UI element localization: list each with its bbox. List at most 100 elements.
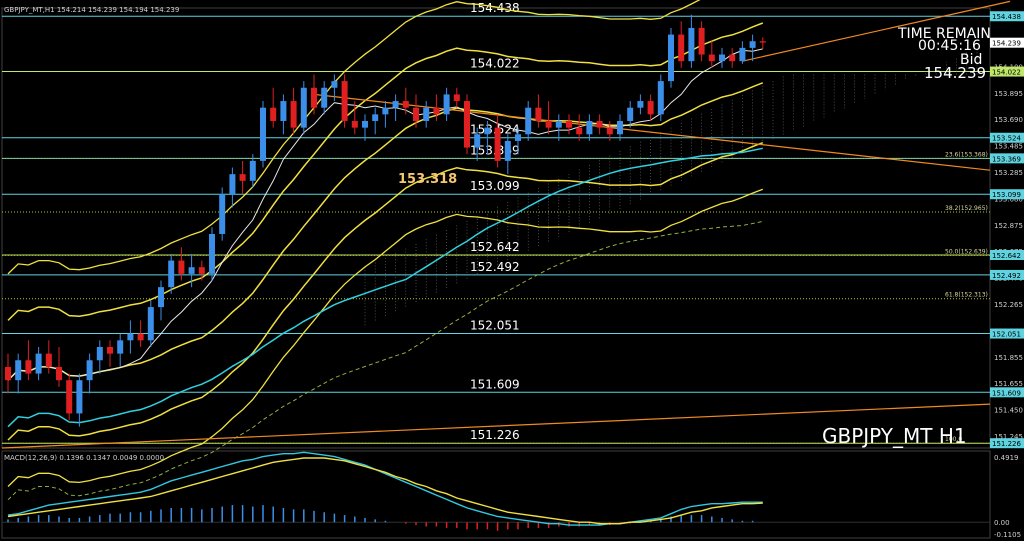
macd-axis-tick: 0.00 — [994, 519, 1010, 527]
fib-label: 61.8(152.313) — [945, 292, 988, 299]
level-label: 154.022 — [470, 57, 520, 71]
candle-body — [147, 307, 154, 341]
candle-body — [504, 140, 511, 161]
macd-label: MACD(12,26,9) 0.1396 0.1347 0.0049 0.000… — [4, 454, 164, 462]
candle-body — [178, 260, 185, 274]
candle-body — [86, 360, 93, 381]
price-badge-label: 154.022 — [992, 69, 1021, 77]
macd-axis-tick: 0.4919 — [994, 454, 1019, 462]
price-badge-label: 153.524 — [992, 135, 1021, 143]
candle-body — [260, 107, 266, 161]
candle-body — [474, 134, 481, 148]
candle-body — [555, 120, 562, 128]
highlight-price-label: 153.318 — [398, 172, 457, 187]
band-upper-2 — [7, 0, 701, 275]
candle-body — [76, 380, 83, 414]
macd-main-line — [7, 451, 763, 526]
candle-body — [168, 260, 175, 288]
candle-body — [56, 366, 62, 381]
candle-body — [668, 34, 674, 82]
level-label: 152.051 — [470, 319, 520, 333]
candle-body — [688, 27, 695, 62]
candle-body — [729, 54, 736, 62]
candle-body — [678, 34, 685, 62]
candle-body — [647, 101, 654, 115]
bid-value: 154.239 — [924, 64, 987, 82]
candle-body — [229, 174, 236, 195]
price-axis-tick: 153.690 — [994, 116, 1023, 124]
fib-label: 50.0(152.639) — [945, 248, 988, 255]
candle-body — [464, 101, 470, 148]
price-axis-tick: 151.855 — [994, 354, 1023, 362]
candle-body — [402, 101, 409, 108]
candle-body — [423, 107, 430, 121]
candle-body — [290, 101, 297, 128]
candle-body — [219, 194, 226, 234]
candle-body — [5, 366, 11, 381]
fib-label: 38.2(152.965) — [945, 205, 988, 212]
candle-body — [188, 267, 195, 274]
trading-chart[interactable]: GBPJPY_MT,H1 154.214 154.239 154.194 154… — [0, 0, 1024, 541]
symbol-watermark: GBPJPY_MT H1 — [822, 424, 967, 448]
candle-body — [484, 127, 491, 135]
price-badge-label: 154.438 — [992, 13, 1021, 21]
candle-body — [198, 267, 205, 274]
candle-body — [321, 87, 328, 108]
candle-body — [566, 120, 572, 128]
candle-body — [596, 120, 603, 128]
candle-body — [443, 94, 450, 115]
candle-body — [749, 41, 756, 48]
candle-body — [117, 340, 124, 354]
candle-body — [637, 101, 644, 108]
price-badge-label: 151.609 — [992, 389, 1021, 397]
candle-body — [515, 134, 521, 141]
candle-body — [586, 120, 593, 135]
ma-8-line — [7, 48, 763, 381]
candle-body — [617, 120, 623, 135]
candle-body — [453, 94, 460, 102]
candle-body — [341, 81, 348, 121]
candle-body — [525, 107, 532, 135]
level-label: 151.609 — [470, 377, 520, 391]
price-badge-label: 152.642 — [992, 252, 1021, 260]
macd-signal-line — [7, 457, 763, 525]
candle-body — [627, 107, 634, 121]
price-badge-label: 152.492 — [992, 272, 1021, 280]
candle-body — [362, 120, 368, 128]
candle-body — [249, 160, 256, 181]
fib-label: 23.6(153.368) — [945, 151, 988, 158]
candle-body — [351, 120, 358, 128]
price-axis-tick: 153.895 — [994, 90, 1023, 98]
candle-body — [576, 127, 583, 135]
candle-body — [331, 81, 338, 88]
candle-body — [372, 114, 379, 121]
chart-canvas[interactable]: GBPJPY_MT,H1 154.214 154.239 154.194 154… — [0, 0, 1024, 541]
candle-body — [759, 41, 766, 43]
chart-header: GBPJPY_MT,H1 154.214 154.239 154.194 154… — [4, 6, 179, 14]
candle-body — [127, 333, 134, 341]
candle-body — [25, 360, 32, 374]
price-axis-tick: 152.875 — [994, 222, 1023, 230]
ma-cyan-line — [7, 147, 763, 428]
candle-body — [66, 380, 73, 414]
candle-body — [280, 101, 287, 121]
candle-body — [158, 287, 164, 308]
price-badge-label: 153.369 — [992, 155, 1021, 163]
level-label: 153.099 — [470, 179, 520, 193]
candle-body — [107, 346, 113, 354]
price-badge-label: 153.099 — [992, 191, 1021, 199]
price-axis-tick: 153.285 — [994, 169, 1023, 177]
price-badge-label: 154.239 — [992, 40, 1021, 48]
candle-body — [270, 107, 277, 121]
candle-body — [239, 174, 246, 181]
candle-body — [311, 87, 317, 108]
price-axis-tick: 151.450 — [994, 407, 1023, 415]
candle-body — [657, 81, 664, 115]
candle-body — [137, 333, 144, 341]
price-badge-label: 152.051 — [992, 331, 1021, 339]
macd-panel-frame — [1, 450, 991, 539]
candle-body — [545, 120, 552, 128]
candle-body — [606, 127, 613, 135]
candle-body — [35, 353, 42, 374]
candle-body — [719, 54, 725, 62]
